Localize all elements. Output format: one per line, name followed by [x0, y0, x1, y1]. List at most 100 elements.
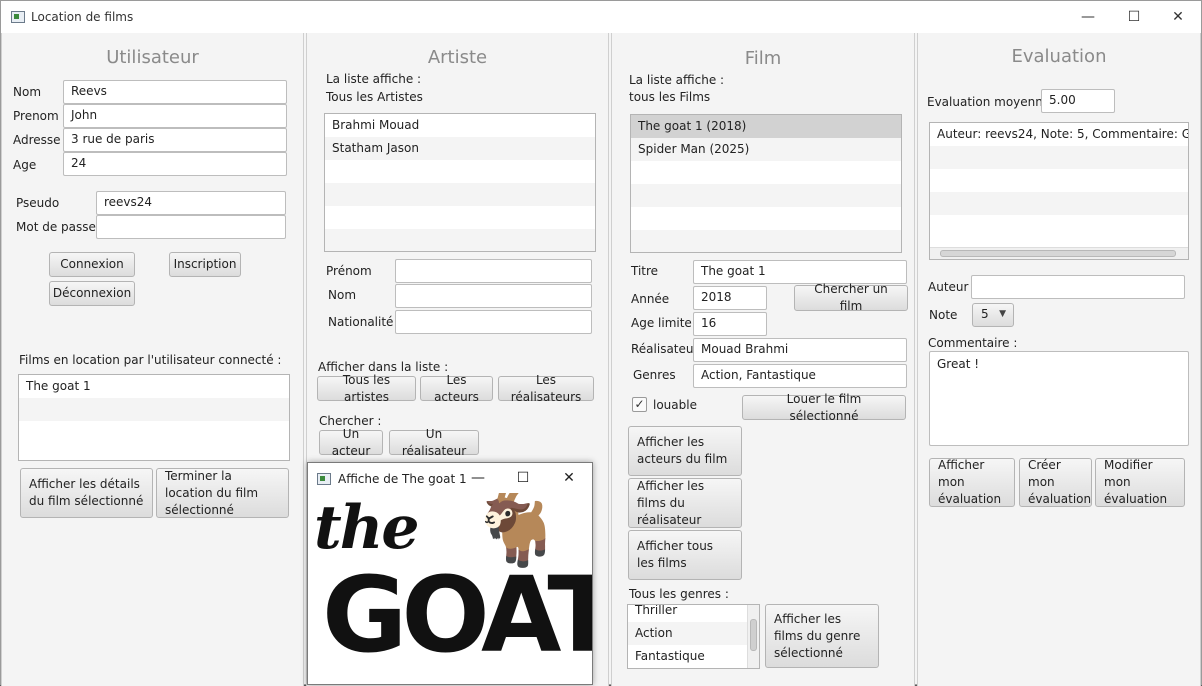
- create-review-button[interactable]: Créer mon évaluation: [1019, 458, 1092, 507]
- genres-scrollbar[interactable]: [747, 605, 759, 668]
- panel-title-utilisateur: Utilisateur: [106, 47, 199, 68]
- maximize-button[interactable]: ☐: [1111, 1, 1157, 33]
- list-item[interactable]: Action: [628, 622, 759, 645]
- list-item[interactable]: Auteur: reevs24, Note: 5, Commentaire: G…: [930, 123, 1188, 146]
- app-icon: [11, 11, 25, 23]
- adresse-field[interactable]: 3 rue de paris: [63, 128, 287, 152]
- age-field[interactable]: 24: [63, 152, 287, 176]
- age-limite-field[interactable]: 16: [693, 312, 767, 336]
- modify-review-button[interactable]: Modifier mon évaluation: [1095, 458, 1185, 507]
- actors-button[interactable]: Les acteurs: [420, 373, 493, 404]
- poster-minimize-button[interactable]: —: [458, 463, 498, 493]
- poster-window[interactable]: Affiche de The goat 1 — ☐ ✕ the 🐐 GOAT: [307, 462, 593, 685]
- list-item-empty: [19, 421, 289, 444]
- list-item-empty: [19, 398, 289, 421]
- all-genres-label: Tous les genres :: [629, 587, 729, 601]
- search-film-button[interactable]: Chercher un film: [794, 282, 908, 313]
- list-item-empty: [930, 192, 1188, 215]
- search-actor-button[interactable]: Un acteur: [319, 427, 383, 458]
- inscription-button[interactable]: Inscription: [169, 252, 241, 277]
- details-button[interactable]: Afficher les détails du film sélectionné: [20, 468, 153, 518]
- films-list[interactable]: The goat 1 (2018) Spider Man (2025): [630, 114, 902, 253]
- comment-area[interactable]: Great !: [929, 351, 1189, 446]
- list-item[interactable]: Spider Man (2025): [631, 138, 901, 161]
- artist-nom-field[interactable]: [395, 284, 592, 308]
- show-all-films-button[interactable]: Afficher tous les films: [628, 530, 742, 580]
- poster-maximize-button[interactable]: ☐: [503, 463, 543, 493]
- realisateur-field[interactable]: Mouad Brahmi: [693, 338, 907, 362]
- list-item[interactable]: Statham Jason: [325, 137, 595, 160]
- rent-film-button[interactable]: Louer le film sélectionné: [742, 392, 906, 423]
- prenom-label: Prenom: [13, 109, 59, 123]
- panel-evaluation: Evaluation Evaluation moyenne 5.00 Auteu…: [917, 33, 1201, 686]
- nom-field[interactable]: Reevs: [63, 80, 287, 104]
- prenom-field[interactable]: John: [63, 104, 287, 128]
- genres-list[interactable]: Thriller Action Fantastique: [627, 604, 760, 669]
- realisateur-label: Réalisateur: [631, 342, 699, 356]
- auteur-field[interactable]: [971, 275, 1185, 299]
- average-label: Evaluation moyenne: [927, 95, 1051, 109]
- show-actors-button[interactable]: Afficher les acteurs du film: [628, 426, 742, 476]
- note-select[interactable]: 5 ▼: [972, 303, 1014, 327]
- adresse-label: Adresse: [13, 133, 61, 147]
- list-item-empty: [631, 230, 901, 252]
- reviews-hscrollbar[interactable]: [930, 247, 1188, 259]
- list-item-empty: [930, 215, 1188, 238]
- all-artists-button[interactable]: Tous les artistes: [317, 373, 416, 404]
- panel-title-evaluation: Evaluation: [1011, 46, 1107, 67]
- artist-prenom-label: Prénom: [326, 264, 372, 278]
- title-bar: Location de films — ☐ ✕: [1, 1, 1201, 33]
- louable-label: louable: [653, 398, 697, 412]
- poster-title-bar: Affiche de The goat 1 — ☐ ✕: [308, 463, 592, 493]
- age-label: Age: [13, 158, 37, 172]
- titre-label: Titre: [631, 264, 659, 278]
- rentals-list[interactable]: The goat 1: [18, 374, 290, 461]
- poster-close-button[interactable]: ✕: [549, 463, 589, 493]
- connexion-button[interactable]: Connexion: [49, 252, 135, 277]
- artist-prenom-field[interactable]: [395, 259, 592, 283]
- deconnexion-button[interactable]: Déconnexion: [49, 281, 135, 306]
- panel-utilisateur: Utilisateur Nom Reevs Prenom John Adress…: [1, 33, 304, 686]
- pseudo-field[interactable]: reevs24: [96, 191, 286, 215]
- password-field[interactable]: [96, 215, 286, 239]
- scrollbar-thumb[interactable]: [750, 619, 757, 651]
- poster-window-title: Affiche de The goat 1: [338, 472, 467, 486]
- nationalite-field[interactable]: [395, 310, 592, 334]
- annee-field[interactable]: 2018: [693, 286, 767, 310]
- chevron-down-icon: ▼: [999, 309, 1006, 319]
- average-field[interactable]: 5.00: [1041, 89, 1115, 113]
- show-my-review-button[interactable]: Afficher mon évaluation: [929, 458, 1015, 507]
- nom-label: Nom: [13, 85, 42, 99]
- annee-label: Année: [631, 292, 670, 306]
- list-item-empty: [325, 229, 595, 251]
- reviews-list[interactable]: Auteur: reevs24, Note: 5, Commentaire: G…: [929, 122, 1189, 260]
- genres-field[interactable]: Action, Fantastique: [693, 364, 907, 388]
- genres-label: Genres: [633, 368, 676, 382]
- minimize-button[interactable]: —: [1065, 1, 1111, 33]
- directors-button[interactable]: Les réalisateurs: [498, 373, 594, 404]
- end-rental-button[interactable]: Terminer la location du film sélectionné: [156, 468, 289, 518]
- list-item-selected[interactable]: The goat 1 (2018): [631, 115, 901, 138]
- show-director-films-button[interactable]: Afficher les films du réalisateur: [628, 478, 742, 528]
- artists-list[interactable]: Brahmi Mouad Statham Jason: [324, 113, 596, 252]
- artist-list-caption-1: La liste affiche :: [326, 72, 422, 86]
- note-select-value: 5: [981, 307, 989, 321]
- panel-title-artiste: Artiste: [427, 47, 488, 68]
- poster-word-the: the: [314, 493, 420, 563]
- list-item[interactable]: The goat 1: [19, 375, 289, 398]
- louable-checkbox[interactable]: ✓: [632, 397, 647, 412]
- window-title: Location de films: [31, 10, 134, 24]
- list-item[interactable]: Brahmi Mouad: [325, 114, 595, 137]
- auteur-label: Auteur: [928, 280, 969, 294]
- list-item[interactable]: Thriller: [628, 605, 759, 622]
- close-button[interactable]: ✕: [1155, 1, 1201, 33]
- scrollbar-thumb[interactable]: [940, 250, 1176, 257]
- list-item[interactable]: Fantastique: [628, 645, 759, 668]
- rentals-label: Films en location par l'utilisateur conn…: [19, 353, 282, 367]
- list-item-empty: [325, 206, 595, 229]
- show-genre-films-button[interactable]: Afficher les films du genre sélectionné: [765, 604, 879, 668]
- poster-image: the 🐐 GOAT: [308, 493, 592, 684]
- film-list-caption-2: tous les Films: [629, 90, 711, 104]
- search-director-button[interactable]: Un réalisateur: [389, 427, 479, 458]
- list-item-empty: [325, 160, 595, 183]
